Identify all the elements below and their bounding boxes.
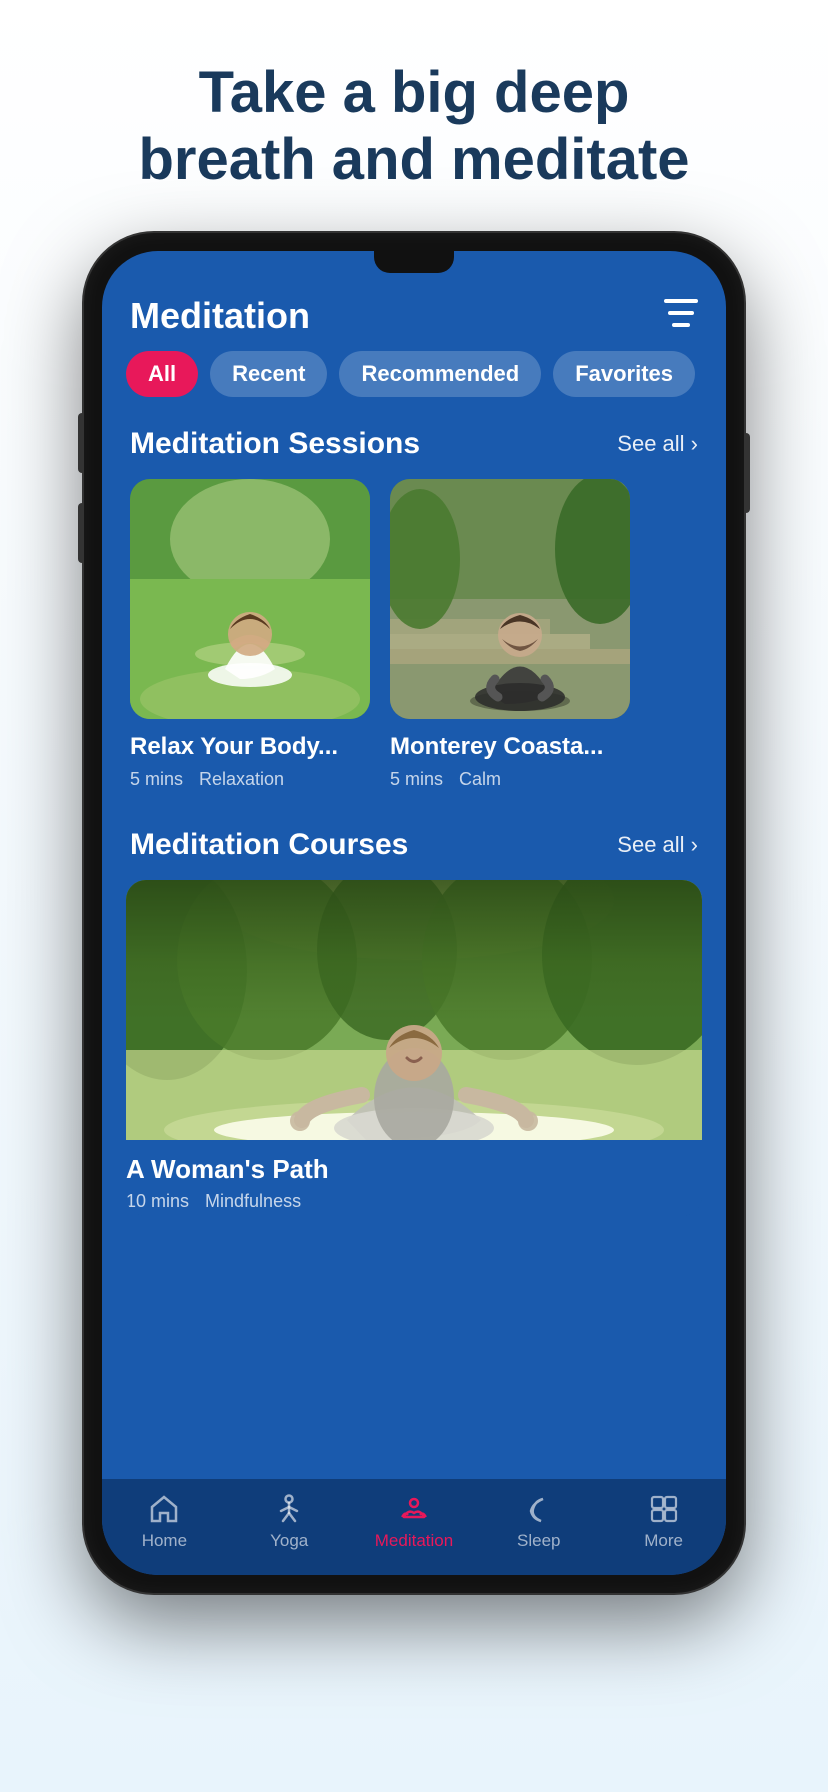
course-1-name: A Woman's Path bbox=[126, 1154, 702, 1185]
nav-yoga-label: Yoga bbox=[270, 1531, 308, 1551]
app-title: Meditation bbox=[130, 295, 310, 337]
session-card-1[interactable]: Relax Your Body... 5 mins Relaxation bbox=[130, 479, 370, 789]
nav-yoga[interactable]: Yoga bbox=[244, 1493, 334, 1551]
sessions-see-all[interactable]: See all › bbox=[617, 431, 698, 457]
phone-frame: Meditation All Recent Recommended Favor bbox=[84, 233, 744, 1593]
session-thumb-1 bbox=[130, 479, 370, 719]
nav-home-label: Home bbox=[142, 1531, 187, 1551]
sessions-section: Meditation Sessions See all › bbox=[102, 417, 726, 813]
phone-mockup: Meditation All Recent Recommended Favor bbox=[84, 233, 744, 1593]
nav-meditation[interactable]: Meditation bbox=[369, 1493, 459, 1551]
courses-see-all[interactable]: See all › bbox=[617, 832, 698, 858]
course-1-tag: Mindfulness bbox=[205, 1191, 301, 1212]
phone-notch bbox=[374, 251, 454, 273]
sessions-header: Meditation Sessions See all › bbox=[102, 427, 726, 479]
session-2-tag: Calm bbox=[459, 769, 501, 790]
course-thumb-1 bbox=[126, 880, 702, 1140]
filter-tabs: All Recent Recommended Favorites bbox=[102, 351, 726, 417]
session-1-name: Relax Your Body... bbox=[130, 731, 370, 762]
nav-sleep[interactable]: Sleep bbox=[494, 1493, 584, 1551]
session-1-duration: 5 mins bbox=[130, 769, 183, 790]
sessions-list: Relax Your Body... 5 mins Relaxation bbox=[102, 479, 726, 813]
course-card-1[interactable]: A Woman's Path 10 mins Mindfulness bbox=[126, 880, 702, 1216]
session-1-tag: Relaxation bbox=[199, 769, 284, 790]
sessions-title: Meditation Sessions bbox=[130, 427, 420, 461]
phone-screen: Meditation All Recent Recommended Favor bbox=[102, 251, 726, 1575]
nav-sleep-label: Sleep bbox=[517, 1531, 560, 1551]
filter-tab-favorites[interactable]: Favorites bbox=[553, 351, 695, 397]
courses-section: Meditation Courses See all › bbox=[102, 814, 726, 1216]
course-info-1: A Woman's Path 10 mins Mindfulness bbox=[126, 1140, 702, 1216]
session-2-duration: 5 mins bbox=[390, 769, 443, 790]
screen-content: Meditation All Recent Recommended Favor bbox=[102, 251, 726, 1479]
filter-tab-recent[interactable]: Recent bbox=[210, 351, 327, 397]
session-2-name: Monterey Coasta... bbox=[390, 731, 630, 762]
filter-icon[interactable] bbox=[664, 299, 698, 334]
page-headline: Take a big deep breath and meditate bbox=[98, 0, 729, 223]
courses-title: Meditation Courses bbox=[130, 828, 408, 862]
nav-more-label: More bbox=[644, 1531, 683, 1551]
session-thumb-2 bbox=[390, 479, 630, 719]
session-card-2[interactable]: Monterey Coasta... 5 mins Calm bbox=[390, 479, 630, 789]
nav-more[interactable]: More bbox=[619, 1493, 709, 1551]
filter-tab-recommended[interactable]: Recommended bbox=[339, 351, 541, 397]
session-1-meta: 5 mins Relaxation bbox=[130, 769, 370, 790]
nav-meditation-label: Meditation bbox=[375, 1531, 453, 1551]
filter-tab-all[interactable]: All bbox=[126, 351, 198, 397]
session-2-meta: 5 mins Calm bbox=[390, 769, 630, 790]
nav-home[interactable]: Home bbox=[119, 1493, 209, 1551]
courses-header: Meditation Courses See all › bbox=[102, 828, 726, 880]
bottom-nav: Home Yoga bbox=[102, 1479, 726, 1575]
app-header: Meditation bbox=[102, 279, 726, 351]
course-1-duration: 10 mins bbox=[126, 1191, 189, 1212]
course-1-meta: 10 mins Mindfulness bbox=[126, 1191, 702, 1212]
